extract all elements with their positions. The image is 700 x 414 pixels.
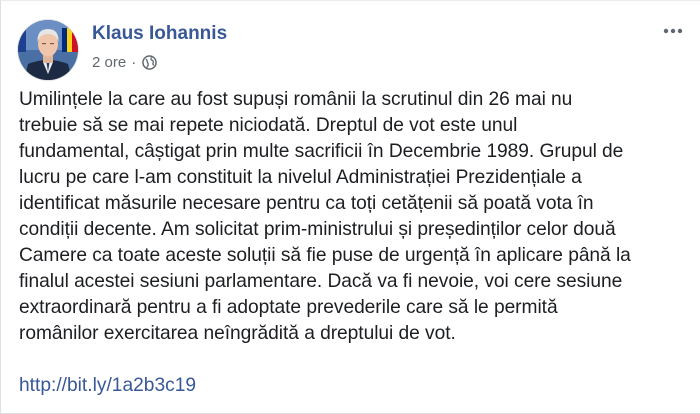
post-text-line: fundamental, câștigat prin multe sacrifi… bbox=[19, 141, 624, 162]
post-text: Umilințele la care au fost supuși români… bbox=[19, 87, 684, 347]
post-text-line: finalul acestei sesiuni parlamentare. Da… bbox=[19, 271, 623, 292]
post-text-line: extraordinară pentru a fi adoptate preve… bbox=[19, 297, 558, 318]
post-text-line: Camere ca toate aceste soluții să fie pu… bbox=[19, 245, 631, 266]
meta-separator: · bbox=[131, 53, 137, 71]
post-text-line: Umilințele la care au fost supuși români… bbox=[19, 89, 573, 110]
post-text-line: românilor exercitarea neîngrădită a drep… bbox=[19, 323, 456, 344]
post-text-line: trebuie să se mai repete niciodată. Drep… bbox=[19, 115, 518, 136]
author-name[interactable]: Klaus Iohannis bbox=[92, 23, 227, 45]
post-text-line: condiții decente. Am solicitat prim-mini… bbox=[19, 219, 616, 240]
post-timestamp[interactable]: 2 ore bbox=[92, 54, 126, 71]
avatar[interactable] bbox=[17, 19, 79, 81]
post-text-line: identificat măsurile necesare pentru ca … bbox=[19, 193, 594, 214]
post-text-line: lucru pe care l-am constituit la nivelul… bbox=[19, 167, 582, 188]
post-link[interactable]: http://bit.ly/1a2b3c19 bbox=[19, 373, 196, 399]
post-meta: 2 ore · bbox=[92, 53, 158, 71]
globe-icon[interactable] bbox=[142, 54, 158, 70]
profile-photo bbox=[18, 20, 78, 80]
more-options-icon[interactable] bbox=[660, 21, 686, 41]
facebook-post: Klaus Iohannis 2 ore · Umilințele la car… bbox=[0, 0, 700, 414]
